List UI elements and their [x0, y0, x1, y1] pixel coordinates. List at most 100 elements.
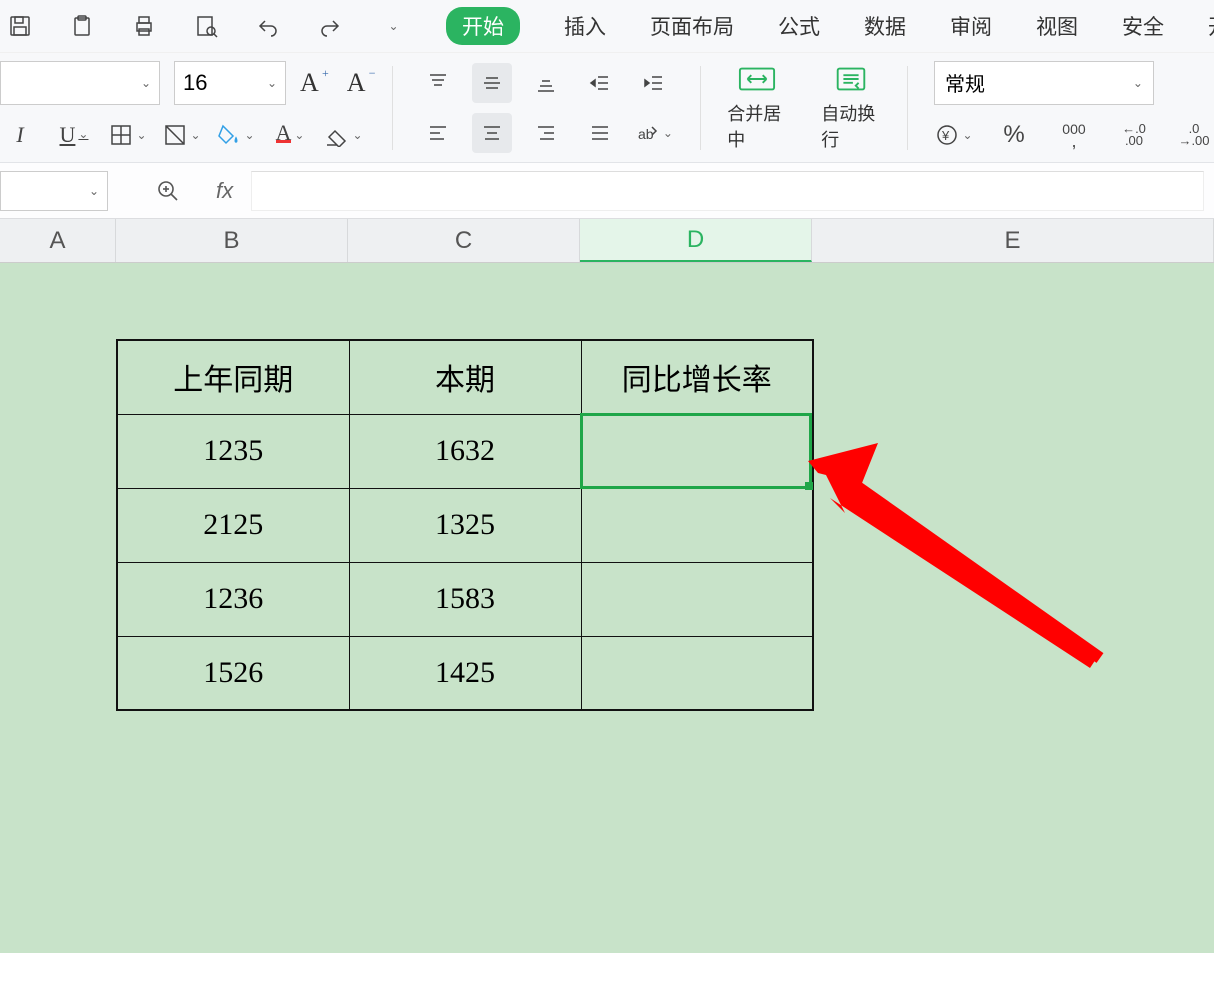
redo-icon[interactable] — [310, 6, 350, 46]
formula-bar: ⌄ fx — [0, 163, 1214, 219]
cell[interactable]: 1632 — [349, 414, 581, 488]
cell[interactable]: 1325 — [349, 488, 581, 562]
chevron-down-icon: ⌄ — [267, 76, 277, 90]
tab-security[interactable]: 安全 — [1122, 11, 1164, 41]
tabs-row: ⌄ 开始 插入 页面布局 公式 数据 审阅 视图 安全 开发工 — [0, 0, 1214, 52]
header-growth[interactable]: 同比增长率 — [581, 340, 813, 414]
borders-button[interactable]: ⌄ — [108, 115, 148, 155]
increase-decimal-button[interactable]: .0 →.00 — [1174, 115, 1214, 155]
col-header-B[interactable]: B — [116, 219, 348, 262]
cell[interactable]: 2125 — [117, 488, 349, 562]
indent-decrease-icon[interactable] — [580, 63, 620, 103]
svg-text:¥: ¥ — [941, 128, 950, 143]
table-row: 2125 1325 — [117, 488, 813, 562]
decrease-decimal-button[interactable]: ←.0 .00 — [1114, 115, 1154, 155]
indent-increase-icon[interactable] — [634, 63, 674, 103]
print-icon[interactable] — [124, 6, 164, 46]
quick-access: ⌄ — [0, 6, 422, 46]
merge-center-button[interactable]: 合并居中 — [727, 64, 787, 152]
merge-label: 合并居中 — [727, 100, 787, 152]
cell[interactable]: 1236 — [117, 562, 349, 636]
cell[interactable]: 1425 — [349, 636, 581, 710]
paste-icon[interactable] — [62, 6, 102, 46]
orientation-icon[interactable]: ab⌄ — [634, 113, 674, 153]
chevron-down-icon: ⌄ — [89, 184, 99, 198]
tab-start[interactable]: 开始 — [446, 7, 520, 45]
grow-font-icon[interactable]: A — [300, 68, 319, 98]
inc-bot: →.00 — [1178, 135, 1209, 147]
name-box[interactable]: ⌄ — [0, 171, 108, 211]
cell[interactable] — [581, 488, 813, 562]
qa-more-icon[interactable]: ⌄ — [372, 6, 412, 46]
shrink-font-icon[interactable]: A — [347, 68, 366, 98]
col-header-C[interactable]: C — [348, 219, 580, 262]
annotation-arrow — [790, 443, 1120, 743]
fill-color-button[interactable]: ⌄ — [216, 115, 256, 155]
header-current[interactable]: 本期 — [349, 340, 581, 414]
cell[interactable] — [581, 414, 813, 488]
print-preview-icon[interactable] — [186, 6, 226, 46]
halign-right-icon[interactable] — [526, 113, 566, 153]
table-row: 1236 1583 — [117, 562, 813, 636]
cell[interactable]: 1583 — [349, 562, 581, 636]
save-icon[interactable] — [0, 6, 40, 46]
table-row: 1235 1632 — [117, 414, 813, 488]
tab-dev[interactable]: 开发工 — [1208, 11, 1214, 41]
currency-button[interactable]: ¥⌄ — [934, 115, 974, 155]
svg-text:ab: ab — [638, 126, 654, 142]
ribbon: ⌄ 开始 插入 页面布局 公式 数据 审阅 视图 安全 开发工 ⌄ 16 ⌄ — [0, 0, 1214, 163]
table-row: 1526 1425 — [117, 636, 813, 710]
toolbar-row: ⌄ 16 ⌄ A A I U ⌄ ⌄ ⌄ ⌄ — [0, 52, 1214, 162]
tab-layout[interactable]: 页面布局 — [650, 11, 734, 41]
font-name-select[interactable]: ⌄ — [0, 61, 160, 105]
fx-icon[interactable]: fx — [216, 178, 233, 204]
font-size-value: 16 — [183, 70, 207, 96]
tabs: 开始 插入 页面布局 公式 数据 审阅 视图 安全 开发工 — [446, 7, 1214, 45]
header-prev-year[interactable]: 上年同期 — [117, 340, 349, 414]
font-size-select[interactable]: 16 ⌄ — [174, 61, 286, 105]
valign-middle-icon[interactable] — [472, 63, 512, 103]
halign-center-icon[interactable] — [472, 113, 512, 153]
wrap-label: 自动换行 — [821, 100, 881, 152]
tab-formula[interactable]: 公式 — [778, 11, 820, 41]
tab-view[interactable]: 视图 — [1036, 11, 1078, 41]
col-header-D[interactable]: D — [580, 219, 812, 262]
valign-bottom-icon[interactable] — [526, 63, 566, 103]
undo-icon[interactable] — [248, 6, 288, 46]
sheet-area[interactable]: 上年同期 本期 同比增长率 1235 1632 2125 1325 1236 1… — [0, 263, 1214, 953]
col-header-E[interactable]: E — [812, 219, 1214, 262]
number-format-select[interactable]: 常规 ⌄ — [934, 61, 1154, 105]
cell[interactable]: 1235 — [117, 414, 349, 488]
underline-button[interactable]: U ⌄ — [54, 115, 94, 155]
chevron-down-icon: ⌄ — [141, 76, 151, 90]
dec-bot: .00 — [1125, 135, 1143, 147]
data-table: 上年同期 本期 同比增长率 1235 1632 2125 1325 1236 1… — [116, 339, 814, 711]
table-header-row: 上年同期 本期 同比增长率 — [117, 340, 813, 414]
cell[interactable] — [581, 562, 813, 636]
formula-input[interactable] — [251, 171, 1204, 211]
chevron-down-icon: ⌄ — [1133, 76, 1143, 90]
cell[interactable]: 1526 — [117, 636, 349, 710]
cell[interactable] — [581, 636, 813, 710]
font-color-button[interactable]: A⌄ — [270, 115, 310, 155]
halign-left-icon[interactable] — [418, 113, 458, 153]
cell-style-button[interactable]: ⌄ — [162, 115, 202, 155]
clear-format-button[interactable]: ⌄ — [324, 115, 364, 155]
font-group: ⌄ 16 ⌄ A A I U ⌄ ⌄ ⌄ ⌄ — [0, 61, 366, 155]
wrap-text-button[interactable]: 自动换行 — [821, 64, 881, 152]
number-format-value: 常规 — [945, 68, 985, 97]
tab-data[interactable]: 数据 — [864, 11, 906, 41]
align-group: ab⌄ — [418, 63, 674, 153]
separator — [700, 66, 701, 150]
tab-review[interactable]: 审阅 — [950, 11, 992, 41]
thousands-button[interactable]: 000 , — [1054, 115, 1094, 155]
number-group: 常规 ⌄ ¥⌄ % 000 , ←.0 .00 .0 →.00 — [934, 61, 1214, 155]
zoom-icon[interactable] — [156, 179, 180, 203]
col-header-A[interactable]: A — [0, 219, 116, 262]
italic-button[interactable]: I — [0, 115, 40, 155]
tab-insert[interactable]: 插入 — [564, 11, 606, 41]
halign-justify-icon[interactable] — [580, 113, 620, 153]
separator — [907, 66, 908, 150]
valign-top-icon[interactable] — [418, 63, 458, 103]
percent-button[interactable]: % — [994, 115, 1034, 155]
